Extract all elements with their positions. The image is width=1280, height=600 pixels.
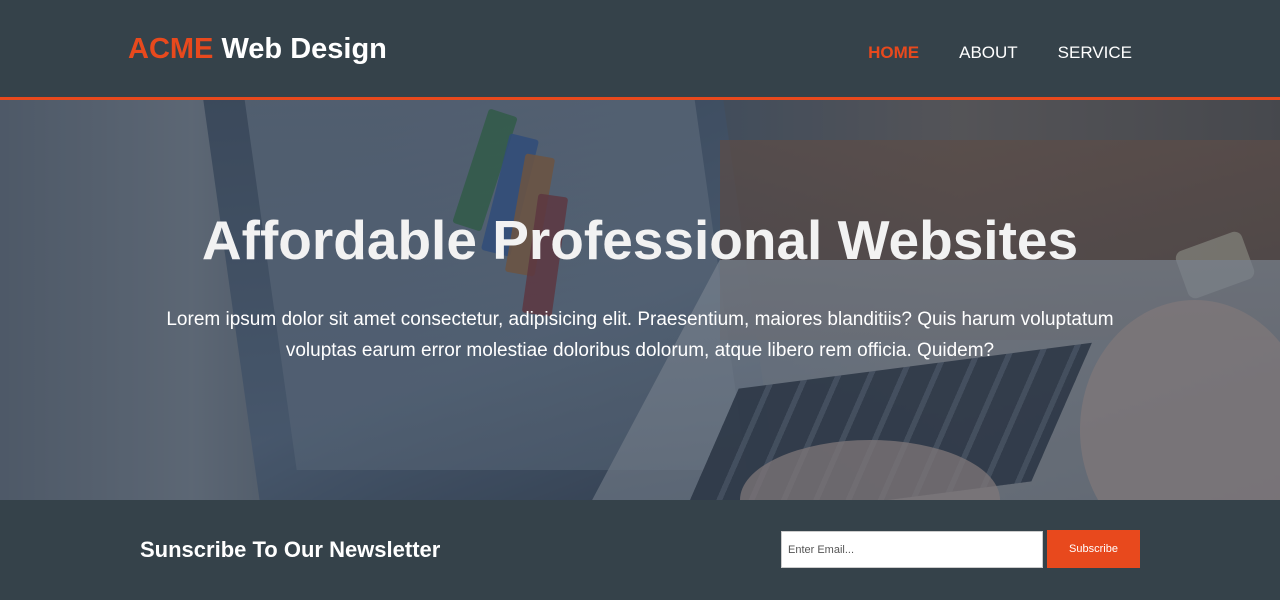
newsletter-title: Sunscribe To Our Newsletter (140, 537, 441, 562)
brand-logo[interactable]: ACME Web Design (128, 31, 387, 67)
newsletter-section: Sunscribe To Our Newsletter Subscribe (0, 500, 1280, 600)
nav-item-service[interactable]: SERVICE (1058, 43, 1132, 63)
brand-name: Web Design (213, 33, 387, 65)
hero-text: Lorem ipsum dolor sit amet consectetur, … (166, 309, 1114, 361)
email-input[interactable] (781, 531, 1043, 568)
nav-item-home[interactable]: HOME (868, 43, 919, 63)
subscribe-button[interactable]: Subscribe (1047, 530, 1140, 568)
main-nav: HOME ABOUT SERVICE (868, 43, 1132, 63)
brand-highlight: ACME (128, 33, 214, 65)
site-header: ACME Web Design HOME ABOUT SERVICE (0, 0, 1280, 100)
hero-showcase: Affordable Professional Websites Lorem i… (0, 100, 1280, 500)
hero-overlay (0, 100, 1280, 500)
hero-title: Affordable Professional Websites (201, 209, 1079, 271)
nav-item-about[interactable]: ABOUT (959, 43, 1018, 63)
